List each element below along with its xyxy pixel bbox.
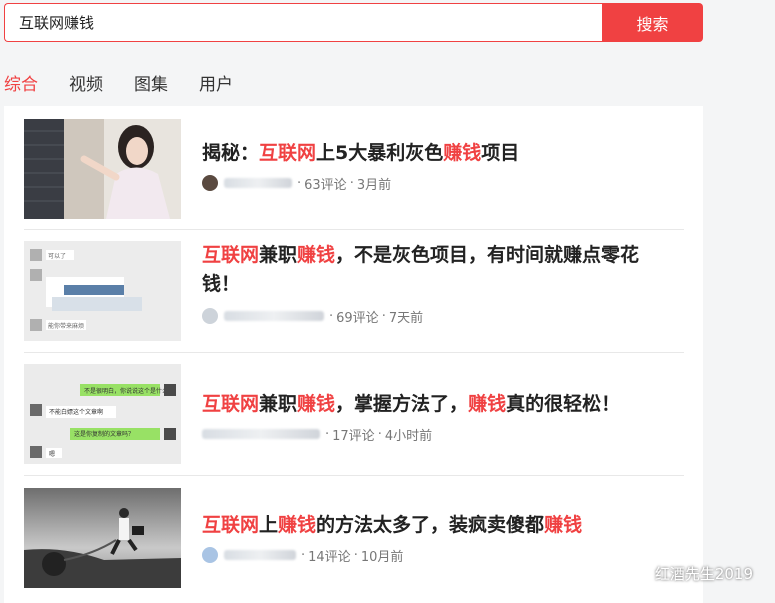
tab-users[interactable]: 用户 [199, 70, 233, 95]
author-name-blurred[interactable] [224, 311, 324, 321]
tab-all[interactable]: 综合 [4, 70, 38, 95]
chat-bubble-text: 不是很明白，你说说这个是什么 [84, 387, 168, 395]
result-item[interactable]: 不是很明白，你说说这个是什么 不能白嫖这个文章啊 这是你复制的文章吗？ 嗯 互联… [24, 353, 684, 476]
results-list: 揭秘：互联网上5大暴利灰色赚钱项目 · 63评论 · 3月前 可以了 能你带来麻… [4, 106, 703, 603]
result-meta: · 17评论 · 4小时前 [202, 425, 682, 444]
result-thumbnail[interactable]: 不是很明白，你说说这个是什么 不能白嫖这个文章啊 这是你复制的文章吗？ 嗯 [24, 364, 181, 464]
chat-bubble-text: 能你带来麻烦 [48, 322, 84, 330]
comment-count: 14评论 [308, 549, 351, 565]
comment-count: 63评论 [304, 177, 347, 193]
chat-bubble-text: 不能白嫖这个文章啊 [49, 408, 103, 416]
chat-bubble-text: 嗯 [49, 451, 55, 458]
tab-video[interactable]: 视频 [69, 70, 103, 95]
search-input[interactable] [4, 3, 602, 42]
result-thumbnail[interactable] [24, 119, 181, 219]
search-bar: 搜索 [4, 3, 703, 42]
author-name-blurred[interactable] [202, 429, 320, 439]
avatar[interactable] [202, 308, 218, 324]
post-time: 7天前 [388, 310, 424, 326]
search-button[interactable]: 搜索 [602, 3, 703, 42]
author-name-blurred[interactable] [224, 550, 296, 560]
post-time: 4小时前 [384, 428, 433, 444]
avatar[interactable] [202, 175, 218, 191]
result-title[interactable]: 互联网兼职赚钱，掌握方法了，赚钱真的很轻松！ [202, 390, 682, 419]
author-name-blurred[interactable] [224, 178, 292, 188]
result-title[interactable]: 互联网兼职赚钱，不是灰色项目，有时间就赚点零花钱！ [202, 241, 672, 299]
result-title[interactable]: 揭秘：互联网上5大暴利灰色赚钱项目 [202, 139, 672, 168]
result-title[interactable]: 互联网上赚钱的方法太多了，装疯卖傻都赚钱 [202, 511, 672, 540]
result-thumbnail[interactable]: 可以了 能你带来麻烦 [24, 241, 181, 341]
tab-gallery[interactable]: 图集 [134, 70, 168, 95]
comment-count: 69评论 [336, 310, 379, 326]
chat-bubble-text: 这是你复制的文章吗？ [74, 430, 134, 438]
result-tabs: 综合 视频 图集 用户 [4, 70, 264, 95]
post-time: 3月前 [356, 177, 392, 193]
avatar[interactable] [202, 547, 218, 563]
comment-count: 17评论 [332, 428, 375, 444]
post-time: 10月前 [360, 549, 404, 565]
result-item[interactable]: 揭秘：互联网上5大暴利灰色赚钱项目 · 63评论 · 3月前 [24, 106, 684, 230]
result-meta: · 63评论 · 3月前 [202, 174, 672, 193]
result-item[interactable]: 互联网上赚钱的方法太多了，装疯卖傻都赚钱 · 14评论 · 10月前 [24, 476, 684, 603]
wechat-icon [619, 562, 648, 584]
result-item[interactable]: 可以了 能你带来麻烦 互联网兼职赚钱，不是灰色项目，有时间就赚点零花钱！ · 69… [24, 230, 684, 353]
result-meta: · 69评论 · 7天前 [202, 307, 672, 326]
watermark: 红酒先生2019 [619, 561, 753, 585]
result-thumbnail[interactable] [24, 488, 181, 588]
watermark-text: 红酒先生2019 [654, 564, 753, 583]
result-meta: · 14评论 · 10月前 [202, 546, 672, 565]
chat-bubble-text: 可以了 [48, 253, 66, 260]
